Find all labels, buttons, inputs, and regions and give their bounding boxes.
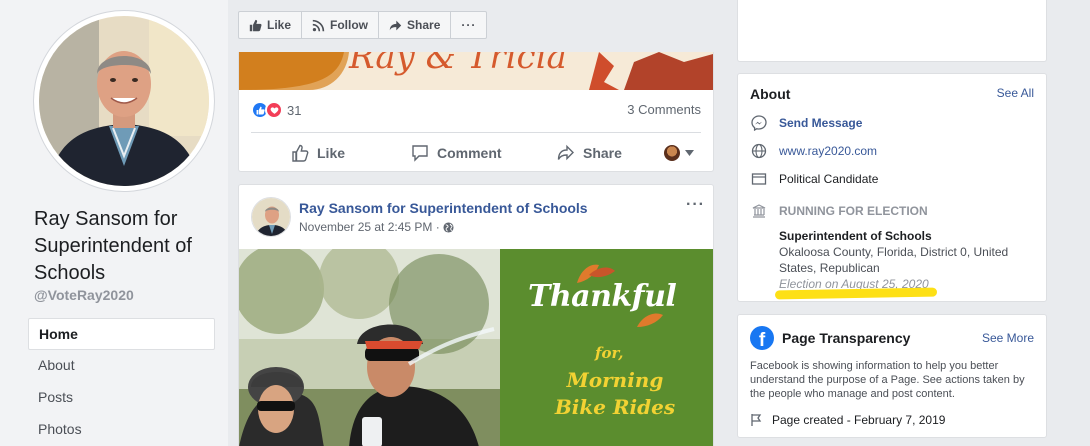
page-transparency-card: f Page Transparency See More Facebook is… bbox=[737, 314, 1047, 438]
post-timestamp[interactable]: November 25 at 2:45 PM · bbox=[299, 220, 454, 234]
post-like-label: Like bbox=[317, 145, 346, 161]
page-like-button[interactable]: Like bbox=[238, 11, 303, 39]
reaction-summary[interactable]: 31 bbox=[251, 101, 301, 119]
page-action-bar: Like Follow Share ··· bbox=[238, 11, 488, 39]
author-avatar[interactable] bbox=[251, 197, 291, 237]
thumbs-up-icon bbox=[249, 19, 262, 32]
globe-icon bbox=[750, 143, 768, 159]
transparency-description: Facebook is showing information to help … bbox=[750, 360, 1025, 400]
thankful-subtitle: Morning Bike Rides bbox=[554, 368, 676, 419]
post-like-button[interactable]: Like bbox=[291, 144, 345, 162]
follow-button[interactable]: Follow bbox=[301, 11, 380, 39]
tag-icon bbox=[750, 171, 768, 187]
send-message-row[interactable]: Send Message bbox=[750, 115, 862, 131]
love-reaction-icon bbox=[265, 101, 283, 119]
post-options-button[interactable]: ··· bbox=[686, 196, 705, 214]
more-icon: ··· bbox=[461, 18, 477, 32]
page-share-label: Share bbox=[407, 18, 441, 32]
about-title: About bbox=[750, 86, 791, 102]
nav-item-photos[interactable]: Photos bbox=[28, 414, 215, 446]
facebook-logo-icon: f bbox=[750, 326, 774, 350]
post-comment-button[interactable]: Comment bbox=[411, 144, 502, 162]
nav-item-posts[interactable]: Posts bbox=[28, 382, 215, 414]
page-handle[interactable]: @VoteRay2020 bbox=[34, 287, 134, 303]
see-all-link[interactable]: See All bbox=[997, 86, 1034, 100]
transparency-title: Page Transparency bbox=[782, 330, 911, 346]
globe-icon bbox=[443, 221, 454, 233]
profile-picture[interactable] bbox=[34, 11, 214, 191]
thankful-for-text: for, bbox=[595, 344, 624, 362]
category-link: Political Candidate bbox=[779, 172, 879, 186]
post-photo[interactable]: Thankful for, Morning Bike Rides bbox=[239, 249, 713, 446]
messenger-icon bbox=[750, 115, 768, 131]
post-author-link[interactable]: Ray Sansom for Superintendent of Schools bbox=[299, 200, 588, 216]
avatar bbox=[664, 145, 680, 161]
reaction-count: 31 bbox=[287, 102, 302, 118]
post-comment-label: Comment bbox=[437, 145, 502, 161]
sidebar-card bbox=[737, 0, 1047, 62]
page-created-text: Page created - February 7, 2019 bbox=[772, 413, 946, 427]
see-more-link[interactable]: See More bbox=[982, 331, 1034, 345]
post-share-button[interactable]: Share bbox=[557, 144, 622, 162]
left-sidebar: Ray Sansom for Superintendent of Schools… bbox=[0, 0, 228, 446]
send-message-link: Send Message bbox=[779, 116, 863, 130]
post-actions: Like Comment Share bbox=[239, 140, 713, 166]
share-outline-icon bbox=[557, 144, 574, 161]
page-share-button[interactable]: Share bbox=[378, 11, 452, 39]
divider bbox=[251, 132, 701, 133]
nav-item-home[interactable]: Home bbox=[28, 318, 215, 350]
nav-item-about[interactable]: About bbox=[28, 350, 215, 382]
page-nav: Home About Posts Photos bbox=[28, 318, 215, 446]
more-options-button[interactable]: ··· bbox=[450, 11, 488, 39]
comments-count-link[interactable]: 3 Comments bbox=[627, 102, 701, 117]
svg-text:Ray & Tricia: Ray & Tricia bbox=[348, 52, 567, 77]
post-image[interactable]: Ray & Tricia bbox=[239, 52, 713, 90]
caret-down-icon bbox=[685, 150, 694, 156]
post-share-label: Share bbox=[583, 145, 622, 161]
page-like-label: Like bbox=[267, 18, 292, 32]
comment-icon bbox=[412, 145, 428, 162]
page-created-row: Page created - February 7, 2019 bbox=[750, 413, 945, 427]
share-arrow-icon bbox=[389, 19, 402, 32]
thankful-graphic: Thankful for, Morning Bike Rides bbox=[500, 249, 713, 446]
reaction-as-selector[interactable] bbox=[664, 145, 702, 161]
election-details: Superintendent of Schools Okaloosa Count… bbox=[779, 228, 1034, 292]
rss-icon bbox=[312, 19, 325, 32]
building-icon bbox=[750, 203, 768, 219]
running-for-election-row: RUNNING FOR ELECTION bbox=[750, 203, 928, 219]
about-card: About See All Send Message www.ray2020.c… bbox=[737, 73, 1047, 302]
page-title: Ray Sansom for Superintendent of Schools bbox=[34, 208, 192, 284]
post-card: Ray & Tricia 31 3 Comments Like Comment … bbox=[238, 52, 714, 172]
follow-label: Follow bbox=[330, 18, 369, 32]
post-card: Ray Sansom for Superintendent of Schools… bbox=[238, 184, 714, 446]
thumbs-up-outline-icon bbox=[292, 144, 309, 162]
flag-icon bbox=[750, 413, 764, 427]
category-row[interactable]: Political Candidate bbox=[750, 171, 878, 187]
website-link: www.ray2020.com bbox=[779, 144, 878, 158]
website-row[interactable]: www.ray2020.com bbox=[750, 143, 877, 159]
post-time-text: November 25 at 2:45 PM · bbox=[299, 220, 440, 234]
election-office: Superintendent of Schools bbox=[779, 229, 932, 243]
leaf-decoration-icon bbox=[637, 313, 663, 327]
running-for-election-label: RUNNING FOR ELECTION bbox=[779, 204, 928, 218]
election-location: Okaloosa County, Florida, District 0, Un… bbox=[779, 245, 1009, 275]
